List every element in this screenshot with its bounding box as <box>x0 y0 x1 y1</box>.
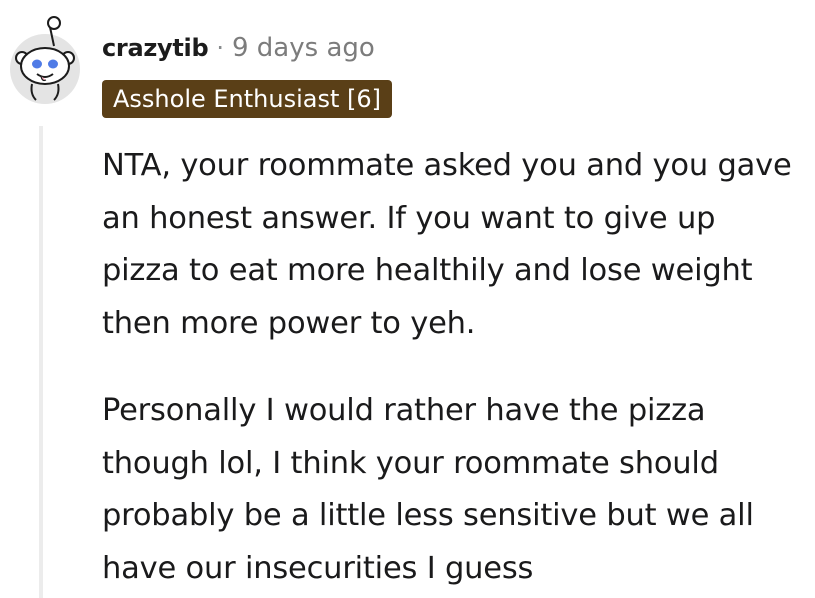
comment-header: crazytib · 9 days ago <box>102 28 375 68</box>
separator-dot: · <box>216 34 224 62</box>
comment-body: NTA, your roommate asked you and you gav… <box>102 140 802 595</box>
snoo-avatar-icon <box>10 16 80 104</box>
comment-paragraph: Personally I would rather have the pizza… <box>102 393 754 586</box>
user-flair: Asshole Enthusiast [6] <box>102 80 393 118</box>
timestamp[interactable]: 9 days ago <box>232 33 375 63</box>
username-link[interactable]: crazytib <box>102 34 209 62</box>
avatar[interactable] <box>10 14 80 104</box>
comment: crazytib · 9 days ago Asshole Enthusiast… <box>0 0 815 598</box>
thread-line[interactable] <box>39 126 43 598</box>
comment-paragraph: NTA, your roommate asked you and you gav… <box>102 148 792 341</box>
